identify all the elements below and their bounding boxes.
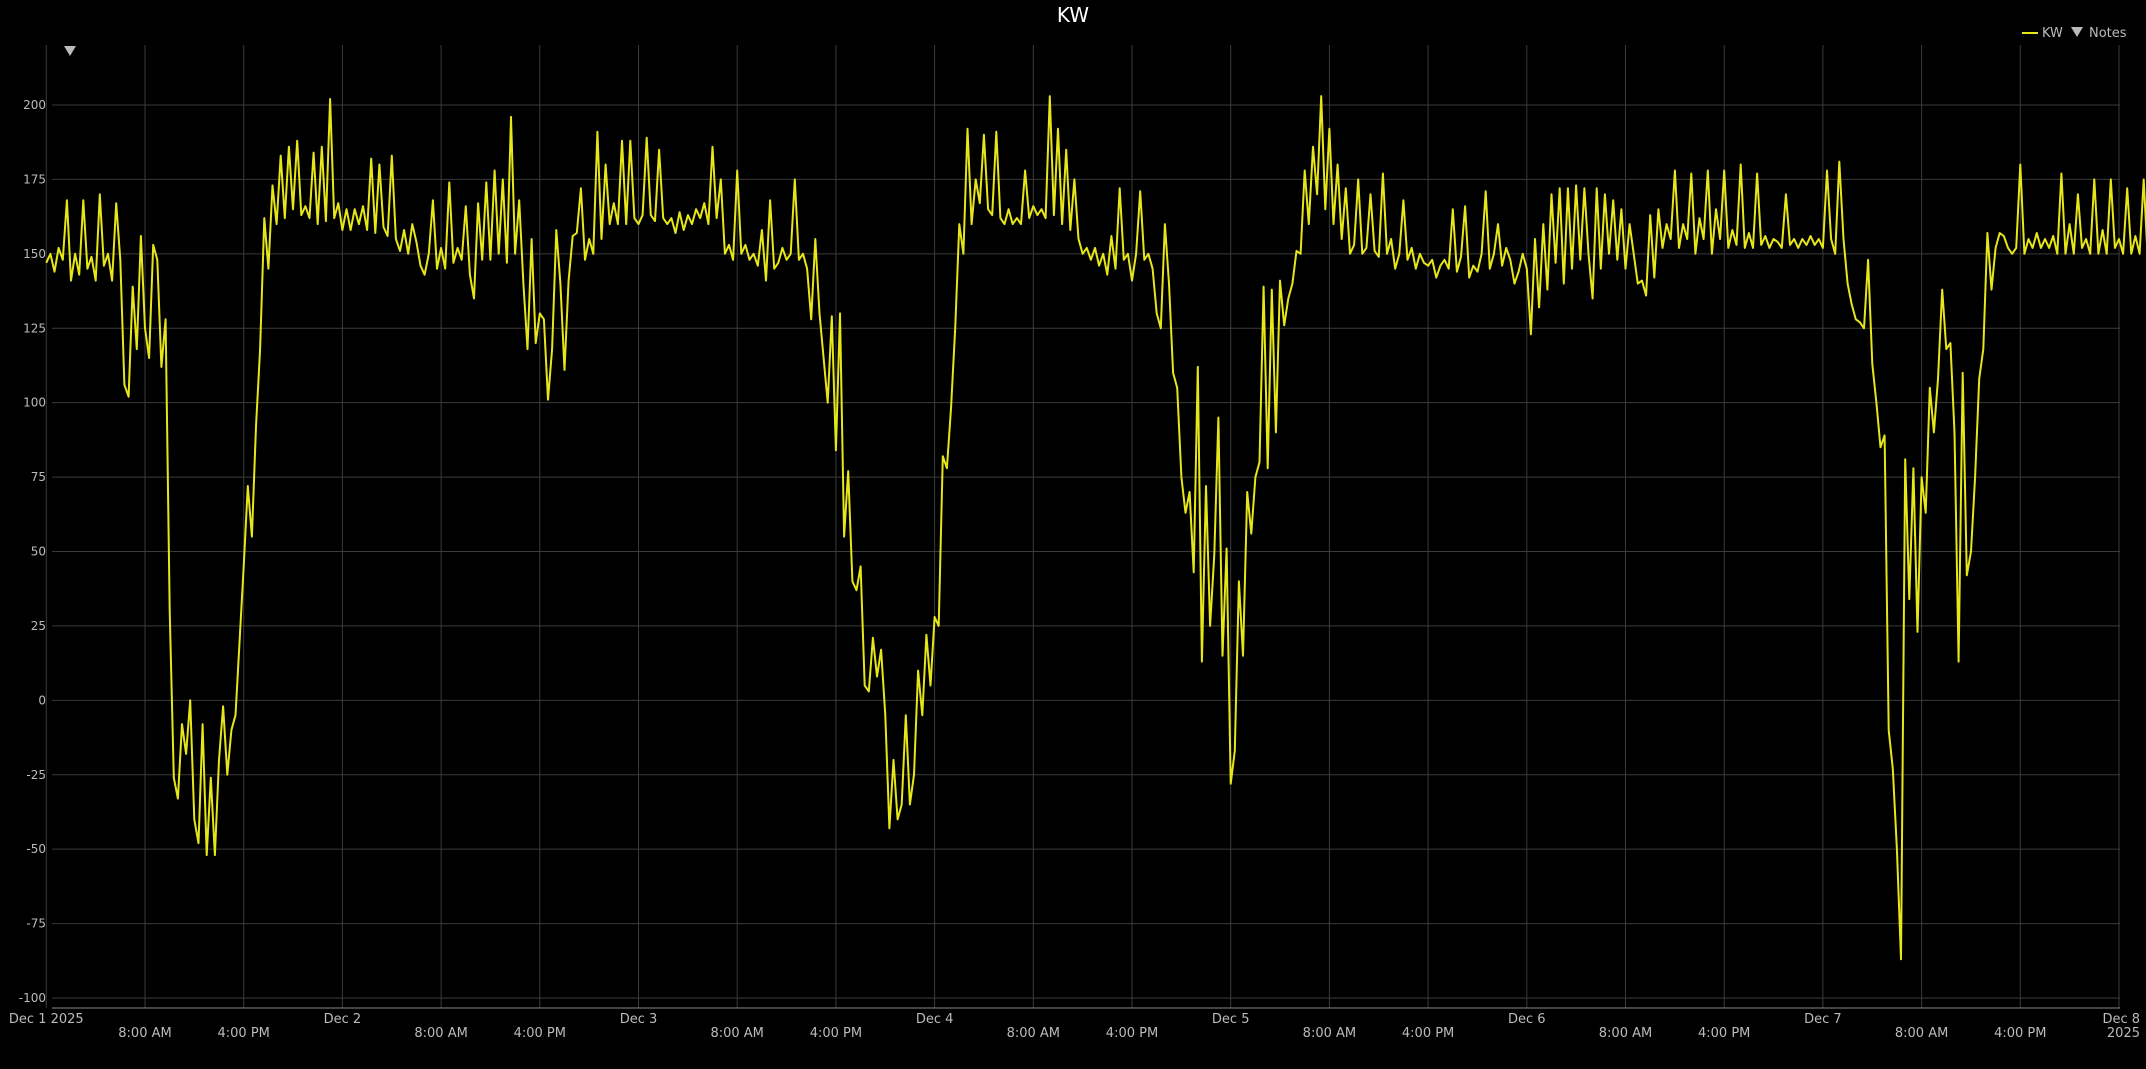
x-tick-label-secondary: 4:00 PM [1402, 1026, 1454, 1041]
x-tick-label-secondary: 4:00 PM [1106, 1026, 1158, 1041]
y-tick-label: 125 [23, 321, 46, 335]
y-tick-label: 200 [23, 98, 46, 112]
series-line-kw [45, 95, 2146, 961]
y-tick-label: 50 [31, 545, 46, 559]
y-tick-label: -25 [26, 768, 46, 782]
x-tick-label: Dec 3 [620, 1012, 658, 1027]
x-tick-label: Dec 2 [324, 1012, 362, 1027]
legend-label[interactable]: Notes [2089, 26, 2127, 41]
chart-title: KW [1057, 3, 1089, 27]
y-tick-label: 75 [31, 470, 46, 484]
x-tick-label-secondary: 8:00 AM [710, 1026, 763, 1041]
y-tick-label: 0 [38, 693, 46, 707]
axes: 200 175 150 125 100 75 50 25 0 -25 -50 -75 -100 Dec 1… [9, 98, 2140, 1041]
legend: KW Notes [2022, 26, 2127, 41]
x-tick-label: Dec 5 [1212, 1012, 1250, 1027]
x-tick-label-secondary: 8:00 AM [1599, 1026, 1652, 1041]
x-tick-label: Dec 6 [1508, 1012, 1546, 1027]
y-tick-label: -50 [26, 842, 46, 856]
grid [45, 45, 2120, 1008]
x-tick-label: Dec 8 [2102, 1012, 2140, 1027]
x-tick-label-secondary: 8:00 AM [1895, 1026, 1948, 1041]
x-tick-label-secondary: 4:00 PM [1994, 1026, 2046, 1041]
x-tick-label: Dec 1 2025 [9, 1012, 84, 1027]
legend-notes-icon [2071, 27, 2083, 37]
x-tick-label-secondary: 2025 [2107, 1026, 2140, 1041]
x-tick-label-secondary: 8:00 AM [1303, 1026, 1356, 1041]
x-tick-label-secondary: 8:00 AM [118, 1026, 171, 1041]
x-tick-label: Dec 4 [916, 1012, 954, 1027]
chart: 200 175 150 125 100 75 50 25 0 -25 -50 -75 -100 Dec 1… [0, 0, 2146, 1065]
series-layer [45, 95, 2146, 961]
notes-layer [64, 46, 76, 56]
x-tick-label-secondary: 4:00 PM [514, 1026, 566, 1041]
triangle-down-icon[interactable] [64, 46, 76, 56]
y-tick-label: 25 [31, 619, 46, 633]
x-tick-label: Dec 7 [1804, 1012, 1842, 1027]
y-tick-label: 100 [23, 396, 46, 410]
y-tick-label: -75 [26, 917, 46, 931]
x-tick-label-secondary: 4:00 PM [1698, 1026, 1750, 1041]
x-tick-label-secondary: 4:00 PM [810, 1026, 862, 1041]
legend-label[interactable]: KW [2042, 26, 2063, 41]
y-tick-label: 150 [23, 247, 46, 261]
chart-svg: 200 175 150 125 100 75 50 25 0 -25 -50 -75 -100 Dec 1… [9, 3, 2146, 1041]
x-tick-label-secondary: 4:00 PM [218, 1026, 270, 1041]
y-tick-label: -100 [19, 991, 46, 1005]
y-tick-label: 175 [23, 172, 46, 186]
x-tick-label-secondary: 8:00 AM [414, 1026, 467, 1041]
x-tick-label-secondary: 8:00 AM [1007, 1026, 1060, 1041]
